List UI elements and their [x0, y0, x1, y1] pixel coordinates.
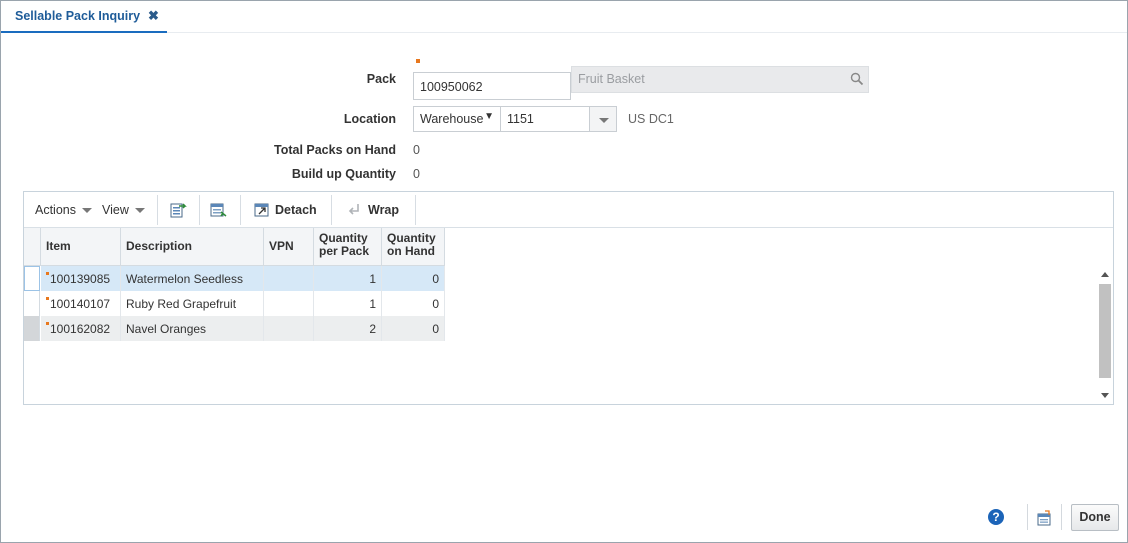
changed-marker-icon: [46, 297, 49, 300]
row-selector-header: [24, 228, 41, 266]
detach-label: Detach: [275, 203, 317, 217]
column-header-label: Item: [46, 239, 71, 253]
pack-description-field: Fruit Basket: [571, 66, 869, 93]
toolbar-divider: [415, 195, 416, 225]
location-dropdown-button[interactable]: [589, 106, 617, 132]
scroll-up-icon[interactable]: [1101, 272, 1109, 277]
table-row[interactable]: 100140107 Ruby Red Grapefruit 1 0: [24, 291, 445, 316]
close-icon[interactable]: ✖: [148, 8, 159, 24]
buildup-quantity-value: 0: [413, 167, 420, 181]
toolbar-divider: [331, 195, 332, 225]
qty-per-pack-cell: 1: [314, 291, 382, 316]
item-value: 100140107: [50, 297, 111, 311]
footer-divider: [1027, 504, 1028, 530]
column-header-label: Description: [126, 239, 193, 253]
chevron-down-icon: [82, 208, 92, 213]
wrap-icon: [348, 204, 359, 215]
location-type-select[interactable]: Warehouse ▼: [413, 106, 501, 132]
row-selector[interactable]: [24, 316, 40, 341]
table-row[interactable]: 100139085 Watermelon Seedless 1 0: [24, 266, 445, 291]
column-header-vpn[interactable]: VPN: [264, 228, 314, 266]
items-table-panel: Actions View Detach Wrap Item Descriptio…: [23, 191, 1114, 405]
done-button[interactable]: Done: [1071, 504, 1119, 531]
column-header-label: per Pack: [319, 244, 370, 258]
toolbar-divider: [157, 195, 158, 225]
qty-per-pack-cell: 1: [314, 266, 382, 291]
required-marker-icon: [416, 59, 420, 63]
column-header-item[interactable]: Item: [41, 228, 121, 266]
table-row[interactable]: 100162082 Navel Oranges 2 0: [24, 316, 445, 341]
toolbar-divider: [199, 195, 200, 225]
total-packs-label: Total Packs on Hand: [273, 143, 396, 157]
toolbar-divider: [240, 195, 241, 225]
scroll-down-icon[interactable]: [1101, 393, 1109, 398]
location-input[interactable]: 1151: [500, 106, 590, 132]
item-value: 100139085: [50, 272, 111, 286]
item-cell: 100140107: [41, 291, 121, 316]
column-header-description[interactable]: Description: [121, 228, 264, 266]
tab-sellable-pack-inquiry[interactable]: Sellable Pack Inquiry: [1, 1, 167, 33]
column-header-quantity-on-hand[interactable]: Quantity on Hand: [382, 228, 445, 266]
changed-marker-icon: [46, 272, 49, 275]
wrap-label: Wrap: [368, 203, 400, 217]
qty-on-hand-cell: 0: [382, 266, 445, 291]
actions-menu[interactable]: Actions: [35, 203, 92, 217]
detach-icon: [254, 203, 269, 217]
row-selector[interactable]: [24, 266, 40, 291]
chevron-down-icon: [599, 118, 609, 123]
wrap-button[interactable]: Wrap: [348, 202, 399, 217]
chevron-down-icon: [134, 208, 145, 213]
item-cell: 100162082: [41, 316, 121, 341]
location-type-value: Warehouse: [420, 112, 484, 126]
pack-label: Pack: [366, 72, 396, 86]
description-cell: Watermelon Seedless: [121, 266, 264, 291]
changed-marker-icon: [46, 322, 49, 325]
qty-per-pack-cell: 2: [314, 316, 382, 341]
pack-input[interactable]: 100950062: [413, 72, 571, 100]
item-value: 100162082: [50, 322, 111, 336]
search-icon[interactable]: [850, 72, 864, 86]
row-selector[interactable]: [24, 291, 40, 316]
help-icon[interactable]: ?: [988, 509, 1004, 525]
tab-title: Sellable Pack Inquiry: [15, 9, 141, 23]
location-name: US DC1: [628, 112, 674, 126]
item-cell: 100139085: [41, 266, 121, 291]
qty-on-hand-cell: 0: [382, 291, 445, 316]
actions-label: Actions: [35, 203, 76, 217]
buildup-quantity-label: Build up Quantity: [291, 167, 396, 181]
tab-bar: Sellable Pack Inquiry ✖: [1, 1, 1127, 33]
export-icon[interactable]: [170, 202, 187, 218]
total-packs-value: 0: [413, 143, 420, 157]
view-menu[interactable]: View: [102, 203, 145, 217]
column-header-label: on Hand: [387, 244, 435, 258]
report-icon[interactable]: [1036, 510, 1052, 526]
column-header-label: VPN: [269, 239, 294, 253]
column-header-quantity-per-pack[interactable]: Quantity per Pack: [314, 228, 382, 266]
freeze-icon[interactable]: [210, 202, 227, 218]
vpn-cell: [264, 266, 314, 291]
scrollbar-thumb[interactable]: [1099, 284, 1111, 378]
description-cell: Navel Oranges: [121, 316, 264, 341]
vpn-cell: [264, 316, 314, 341]
view-label: View: [102, 203, 129, 217]
vertical-scrollbar[interactable]: [1097, 268, 1113, 404]
location-label: Location: [343, 112, 396, 126]
qty-on-hand-cell: 0: [382, 316, 445, 341]
dropdown-arrow-icon: ▼: [484, 111, 494, 122]
footer-divider: [1061, 504, 1062, 530]
vpn-cell: [264, 291, 314, 316]
table-toolbar: Actions View Detach Wrap: [24, 192, 1113, 228]
detach-button[interactable]: Detach: [254, 202, 317, 217]
description-cell: Ruby Red Grapefruit: [121, 291, 264, 316]
